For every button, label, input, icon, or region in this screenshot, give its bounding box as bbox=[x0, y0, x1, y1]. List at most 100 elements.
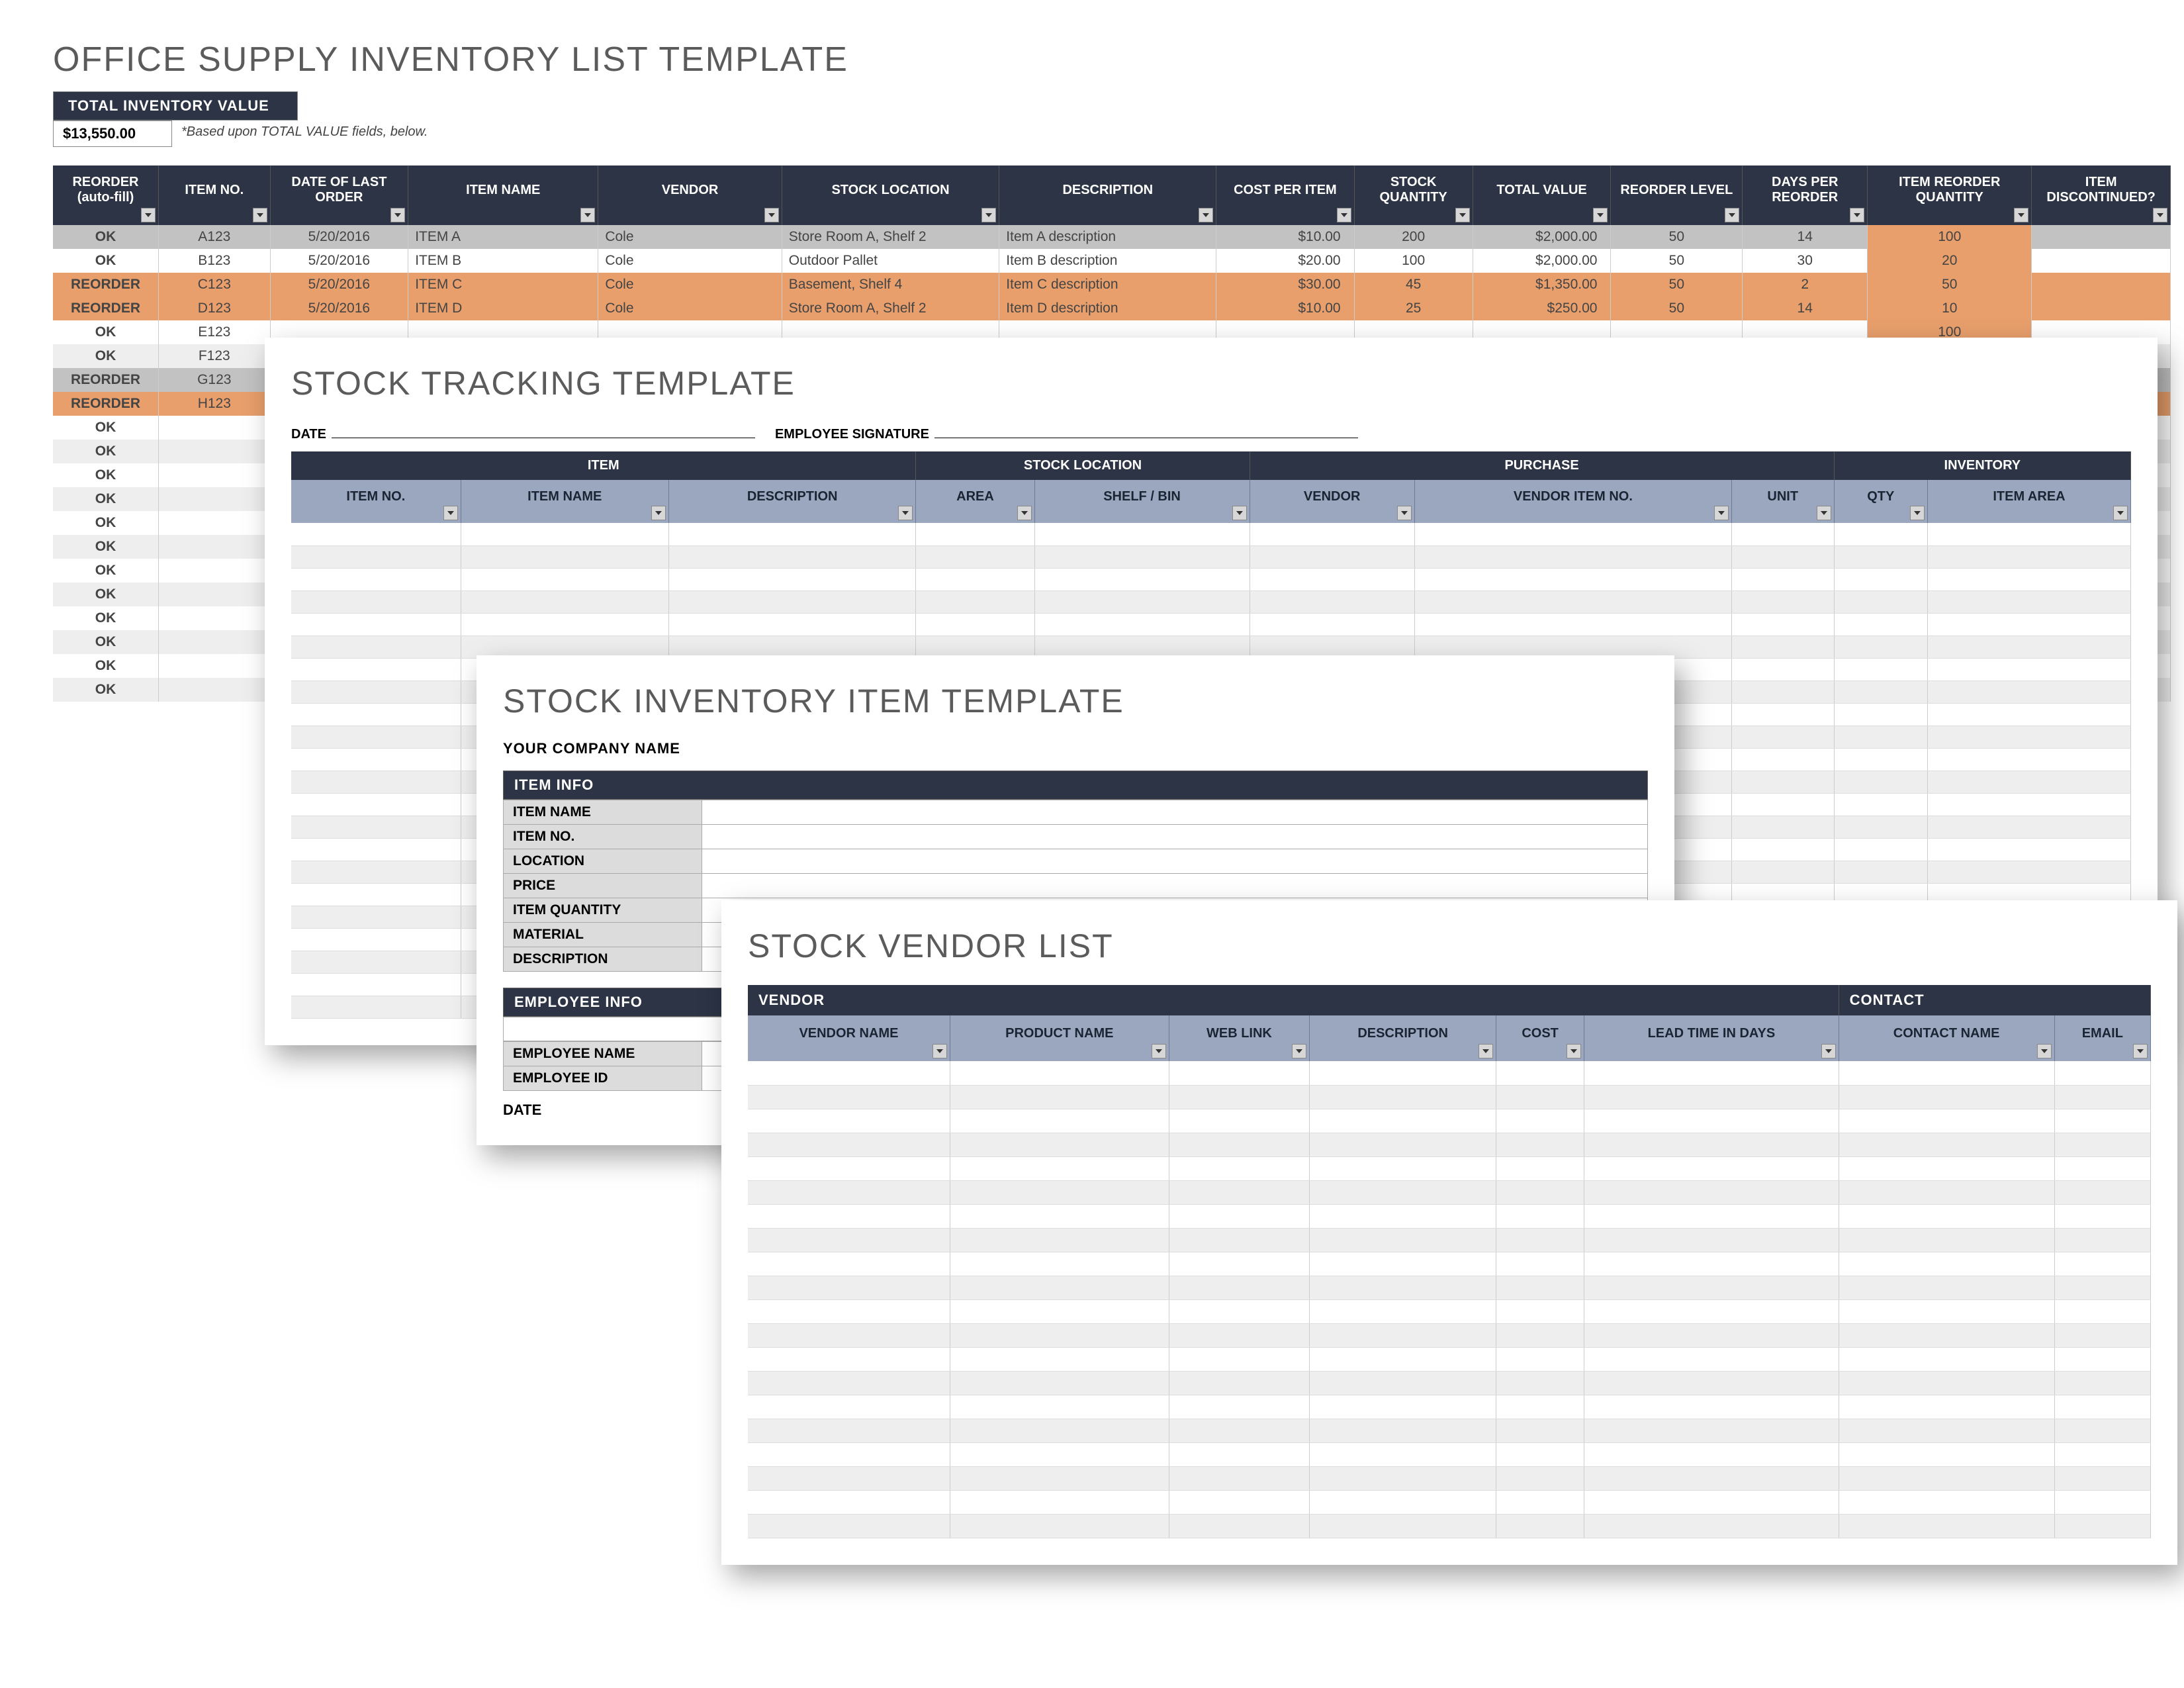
tracking-cell[interactable] bbox=[1731, 523, 1834, 545]
vendor-cell[interactable] bbox=[1169, 1395, 1310, 1419]
vendor-cell[interactable] bbox=[1496, 1061, 1584, 1085]
tracking-cell[interactable] bbox=[1834, 703, 1927, 726]
tracking-cell[interactable] bbox=[1834, 590, 1927, 613]
tracking-cell[interactable] bbox=[1927, 861, 2130, 883]
tracking-cell[interactable] bbox=[1834, 793, 1927, 816]
tracking-cell[interactable] bbox=[1834, 658, 1927, 680]
tracking-cell[interactable] bbox=[291, 771, 461, 793]
vendor-cell[interactable] bbox=[748, 1180, 950, 1204]
vendor-cell[interactable] bbox=[748, 1323, 950, 1347]
tracking-cell[interactable] bbox=[461, 523, 668, 545]
vendor-cell[interactable] bbox=[1839, 1252, 2054, 1276]
tracking-col-header[interactable]: ITEM NO. bbox=[291, 480, 461, 523]
vendor-cell[interactable] bbox=[2054, 1347, 2150, 1371]
tracking-cell[interactable] bbox=[291, 748, 461, 771]
tracking-cell[interactable] bbox=[1414, 590, 1731, 613]
vendor-cell[interactable] bbox=[1839, 1347, 2054, 1371]
vendor-cell[interactable] bbox=[1310, 1347, 1496, 1371]
tracking-cell[interactable] bbox=[461, 568, 668, 590]
tracking-cell[interactable] bbox=[461, 545, 668, 568]
vendor-cell[interactable] bbox=[1169, 1371, 1310, 1395]
vendor-cell[interactable] bbox=[2054, 1204, 2150, 1228]
vendor-cell[interactable] bbox=[1169, 1276, 1310, 1299]
vendor-cell[interactable] bbox=[1839, 1061, 2054, 1085]
office-col-header[interactable]: VENDOR bbox=[598, 165, 782, 225]
tracking-cell[interactable] bbox=[291, 973, 461, 996]
filter-dropdown-icon[interactable] bbox=[1232, 506, 1247, 520]
tracking-cell[interactable] bbox=[1731, 726, 1834, 748]
vendor-cell[interactable] bbox=[2054, 1085, 2150, 1109]
vendor-cell[interactable] bbox=[950, 1204, 1169, 1228]
item-field-input[interactable] bbox=[702, 874, 1648, 898]
tracking-cell[interactable] bbox=[291, 658, 461, 680]
vendor-cell[interactable] bbox=[2054, 1299, 2150, 1323]
vendor-cell[interactable] bbox=[748, 1419, 950, 1442]
vendor-cell[interactable] bbox=[950, 1061, 1169, 1085]
vendor-cell[interactable] bbox=[950, 1395, 1169, 1419]
vendor-cell[interactable] bbox=[1496, 1347, 1584, 1371]
vendor-cell[interactable] bbox=[1584, 1085, 1839, 1109]
filter-dropdown-icon[interactable] bbox=[2014, 208, 2028, 222]
vendor-cell[interactable] bbox=[1310, 1442, 1496, 1466]
tracking-cell[interactable] bbox=[291, 545, 461, 568]
vendor-cell[interactable] bbox=[1169, 1156, 1310, 1180]
vendor-cell[interactable] bbox=[1310, 1466, 1496, 1490]
vendor-cell[interactable] bbox=[950, 1419, 1169, 1442]
vendor-cell[interactable] bbox=[1496, 1276, 1584, 1299]
vendor-cell[interactable] bbox=[1496, 1204, 1584, 1228]
tracking-cell[interactable] bbox=[1414, 523, 1731, 545]
vendor-cell[interactable] bbox=[748, 1466, 950, 1490]
tracking-cell[interactable] bbox=[1927, 523, 2130, 545]
filter-dropdown-icon[interactable] bbox=[1337, 208, 1351, 222]
vendor-cell[interactable] bbox=[1584, 1347, 1839, 1371]
filter-dropdown-icon[interactable] bbox=[253, 208, 267, 222]
vendor-col-header[interactable]: DESCRIPTION bbox=[1310, 1015, 1496, 1061]
vendor-cell[interactable] bbox=[1169, 1109, 1310, 1133]
vendor-cell[interactable] bbox=[1839, 1228, 2054, 1252]
tracking-cell[interactable] bbox=[291, 523, 461, 545]
vendor-cell[interactable] bbox=[950, 1514, 1169, 1538]
filter-dropdown-icon[interactable] bbox=[1455, 208, 1470, 222]
filter-dropdown-icon[interactable] bbox=[1821, 1044, 1836, 1058]
vendor-cell[interactable] bbox=[1839, 1109, 2054, 1133]
vendor-col-header[interactable]: LEAD TIME IN DAYS bbox=[1584, 1015, 1839, 1061]
office-col-header[interactable]: REORDER (auto-fill) bbox=[53, 165, 159, 225]
vendor-cell[interactable] bbox=[1169, 1514, 1310, 1538]
tracking-cell[interactable] bbox=[291, 726, 461, 748]
tracking-cell[interactable] bbox=[1927, 680, 2130, 703]
office-row[interactable]: REORDER D123 5/20/2016 ITEM D Cole Store… bbox=[53, 297, 2171, 320]
tracking-cell[interactable] bbox=[1731, 793, 1834, 816]
vendor-cell[interactable] bbox=[2054, 1419, 2150, 1442]
vendor-cell[interactable] bbox=[1839, 1419, 2054, 1442]
tracking-cell[interactable] bbox=[1731, 816, 1834, 838]
vendor-cell[interactable] bbox=[1169, 1442, 1310, 1466]
vendor-cell[interactable] bbox=[1839, 1204, 2054, 1228]
filter-dropdown-icon[interactable] bbox=[764, 208, 779, 222]
tracking-cell[interactable] bbox=[1250, 523, 1414, 545]
vendor-cell[interactable] bbox=[1584, 1252, 1839, 1276]
vendor-cell[interactable] bbox=[2054, 1514, 2150, 1538]
tracking-cell[interactable] bbox=[291, 635, 461, 658]
tracking-cell[interactable] bbox=[1927, 838, 2130, 861]
vendor-cell[interactable] bbox=[1839, 1323, 2054, 1347]
vendor-col-header[interactable]: PRODUCT NAME bbox=[950, 1015, 1169, 1061]
office-row[interactable]: OK B123 5/20/2016 ITEM B Cole Outdoor Pa… bbox=[53, 249, 2171, 273]
tracking-cell[interactable] bbox=[1927, 568, 2130, 590]
vendor-cell[interactable] bbox=[748, 1085, 950, 1109]
vendor-cell[interactable] bbox=[1584, 1299, 1839, 1323]
vendor-cell[interactable] bbox=[2054, 1061, 2150, 1085]
vendor-cell[interactable] bbox=[1169, 1323, 1310, 1347]
vendor-cell[interactable] bbox=[1496, 1490, 1584, 1514]
tracking-cell[interactable] bbox=[916, 568, 1034, 590]
vendor-cell[interactable] bbox=[1584, 1276, 1839, 1299]
office-col-header[interactable]: ITEM DISCONTINUED? bbox=[2032, 165, 2171, 225]
tracking-cell[interactable] bbox=[1834, 680, 1927, 703]
vendor-cell[interactable] bbox=[1310, 1514, 1496, 1538]
filter-dropdown-icon[interactable] bbox=[898, 506, 913, 520]
tracking-cell[interactable] bbox=[1927, 635, 2130, 658]
tracking-cell[interactable] bbox=[291, 793, 461, 816]
filter-dropdown-icon[interactable] bbox=[1714, 506, 1729, 520]
vendor-cell[interactable] bbox=[1839, 1299, 2054, 1323]
vendor-cell[interactable] bbox=[1169, 1490, 1310, 1514]
tracking-cell[interactable] bbox=[1834, 726, 1927, 748]
